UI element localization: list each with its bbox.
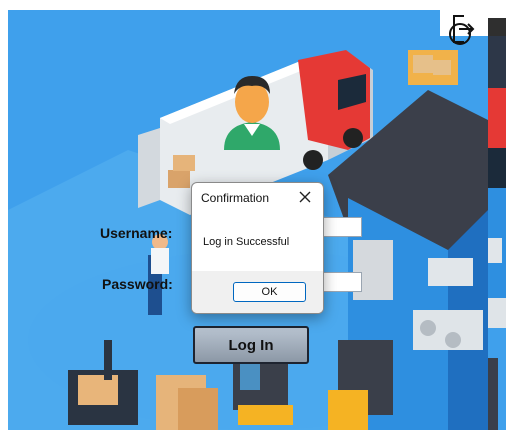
right-scene-art <box>488 88 506 430</box>
right-scene <box>488 88 506 430</box>
close-icon[interactable] <box>293 185 317 209</box>
ok-button[interactable]: OK <box>233 282 306 302</box>
username-label: Username: <box>100 225 173 241</box>
confirmation-dialog: Confirmation Log in Successful OK <box>191 182 324 314</box>
toolbar-dark <box>488 18 506 36</box>
login-button[interactable]: Log In <box>193 326 309 364</box>
window-left-border <box>0 0 8 430</box>
title-area <box>0 0 506 10</box>
logout-icon[interactable] <box>444 10 476 48</box>
login-window: Username: Password: Log In Confirmation … <box>0 0 506 430</box>
user-avatar-icon <box>224 76 280 150</box>
password-label: Password: <box>102 276 173 292</box>
dialog-footer: OK <box>192 271 323 313</box>
password-field[interactable] <box>322 272 362 292</box>
username-field[interactable] <box>322 217 362 237</box>
dialog-message: Log in Successful <box>203 236 290 248</box>
dialog-title: Confirmation <box>201 191 270 205</box>
